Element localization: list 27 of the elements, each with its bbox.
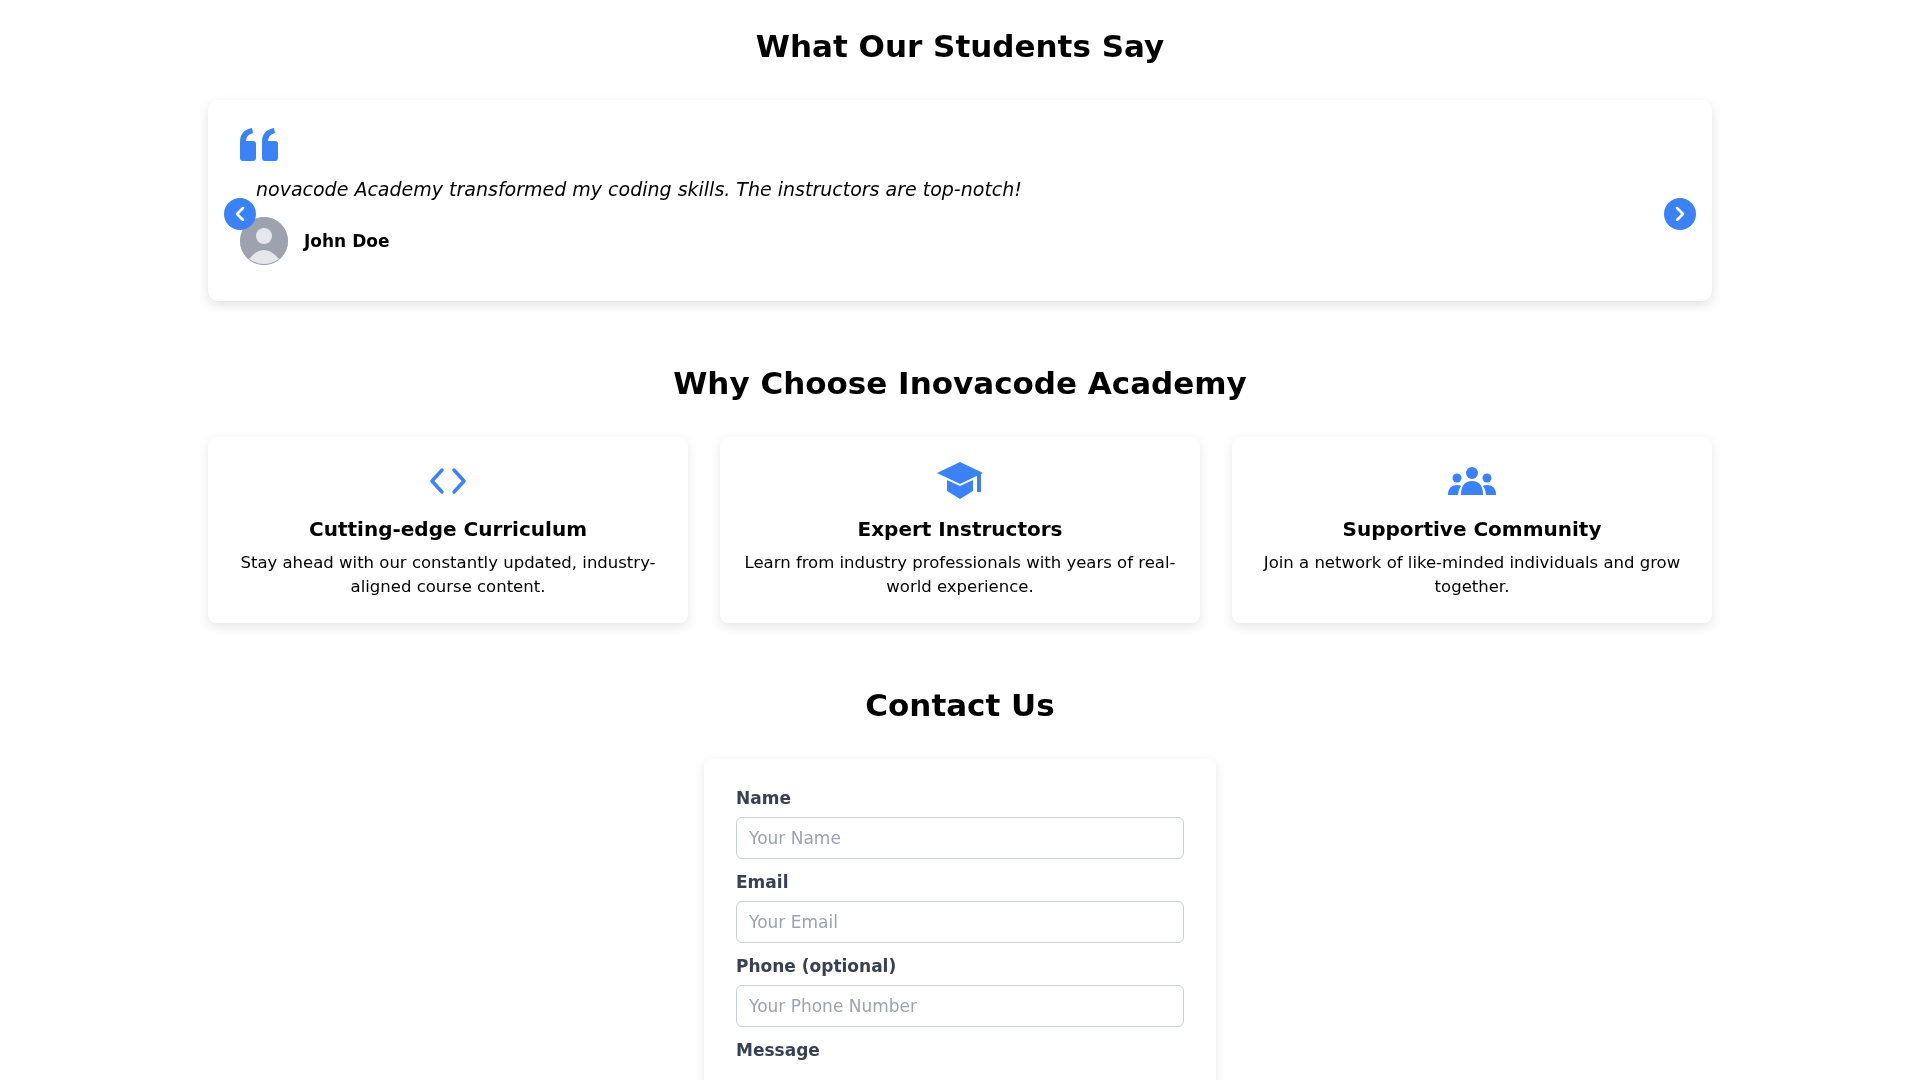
author-name: John Doe [304,231,390,251]
feature-title: Supportive Community [1342,516,1602,543]
code-icon [428,467,468,495]
testimonial-quote: novacode Academy transformed my coding skills. The instructors are top-notch! [256,177,1023,202]
quote-icon [240,128,278,161]
feature-title: Cutting-edge Curriculum [309,516,587,543]
feature-title: Expert Instructors [857,516,1063,543]
previous-button[interactable] [224,198,256,230]
section-heading: Why Choose Inovacode Academy [672,365,1248,401]
next-button[interactable] [1664,198,1696,230]
feature-description: Join a network of like-minded individuals and grow together. [1262,552,1682,598]
input-field[interactable]: Your Phone Number [736,985,1184,1027]
field-label: Phone (optional) [736,955,898,977]
chevron-right-icon [1675,207,1685,221]
chevron-left-icon [235,207,245,221]
section-heading: What Our Students Say [754,28,1166,64]
input-field[interactable]: Your Email [736,901,1184,943]
graduation-cap-icon [937,462,983,500]
field-label: Name [736,787,792,809]
field-label: Email [736,871,790,893]
input-field[interactable]: Your Name [736,817,1184,859]
people-group-icon [1447,467,1497,495]
field-label: Message [736,1039,821,1061]
avatar-placeholder [240,217,288,265]
feature-description: Stay ahead with our constantly updated, industry-aligned course content. [239,552,657,598]
section-heading: Contact Us [864,687,1056,723]
feature-description: Learn from industry professionals with years of real-world experience. [744,552,1176,598]
